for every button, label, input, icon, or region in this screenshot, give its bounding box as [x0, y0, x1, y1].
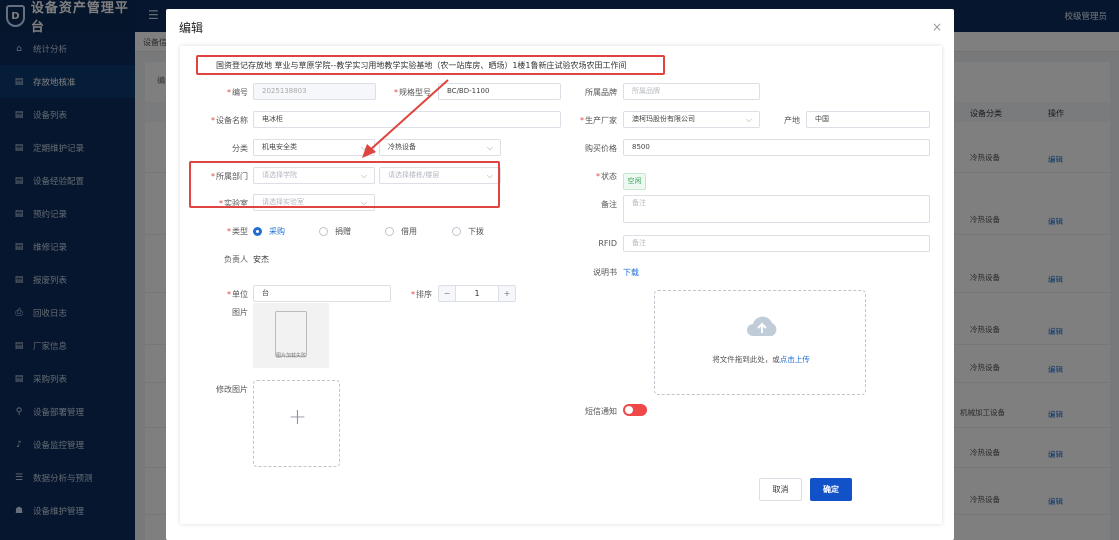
- annotation-arrow: [362, 79, 449, 158]
